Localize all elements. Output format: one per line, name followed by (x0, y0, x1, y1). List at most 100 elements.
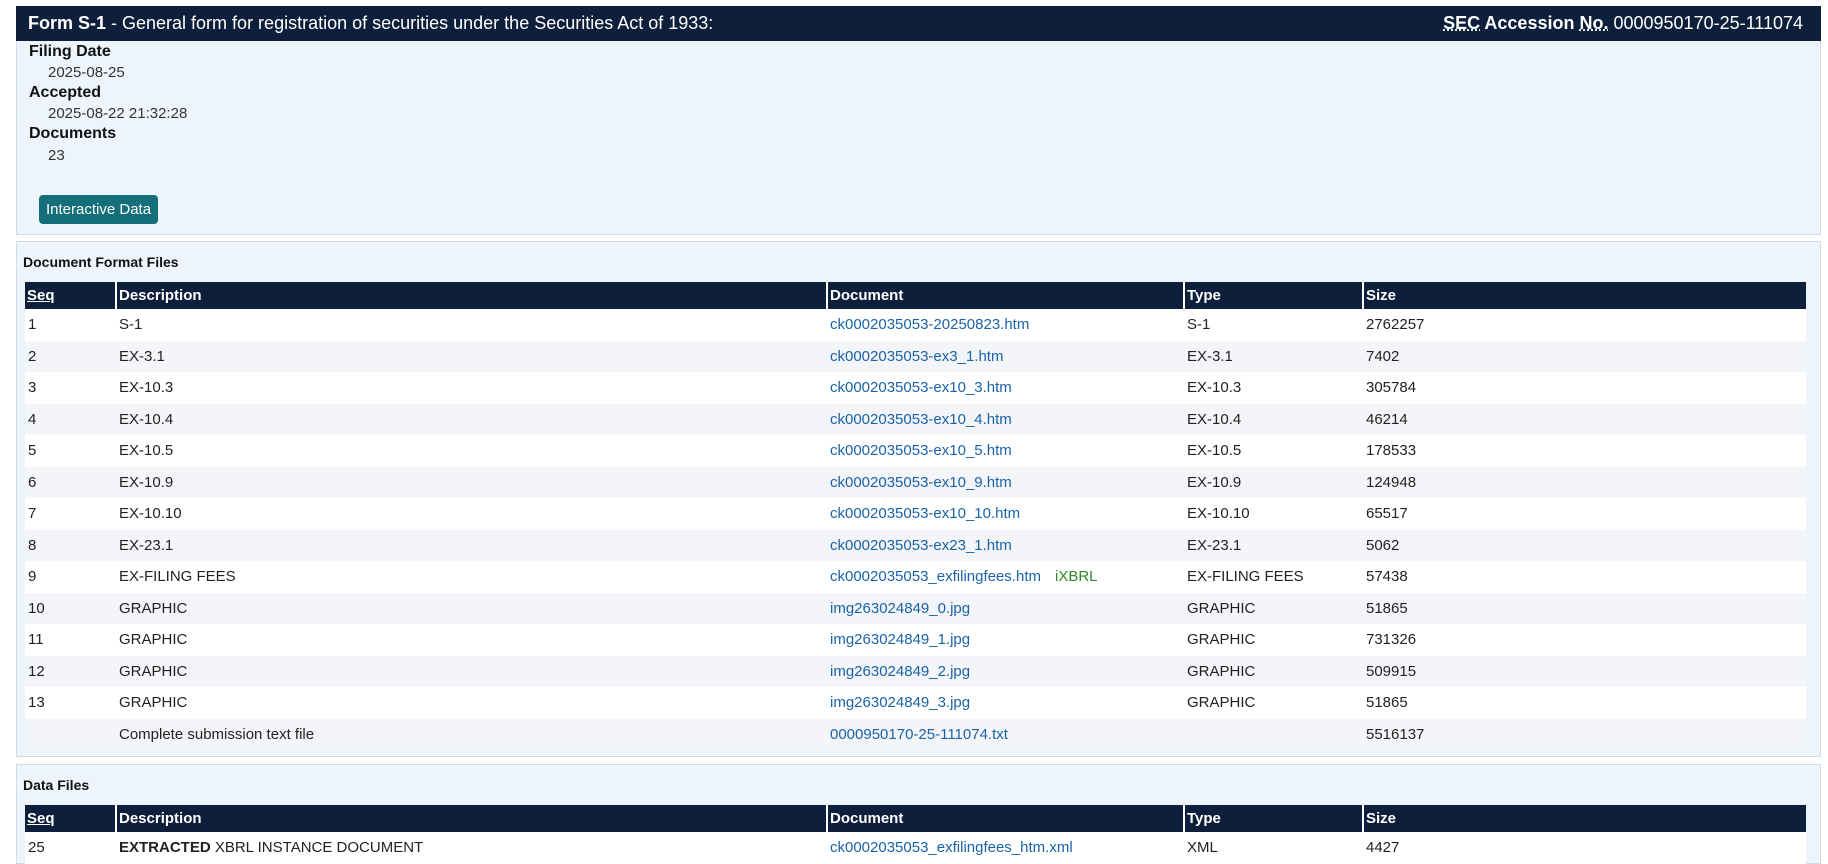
cell-type: GRAPHIC (1184, 592, 1363, 624)
document-link[interactable]: img263024849_2.jpg (830, 663, 970, 680)
documents-label: Documents (29, 125, 117, 142)
table-header-row: Seq Description Document Type Size (25, 282, 1806, 309)
column-header-seq[interactable]: Seq (25, 282, 117, 309)
cell-seq (25, 718, 116, 750)
cell-size: 7402 (1363, 340, 1806, 372)
form-title: Form S-1 - General form for registration… (28, 13, 713, 34)
table-row: 7 EX-10.10 ck0002035053-ex10_10.htm EX-10.1… (25, 498, 1806, 530)
table-row: 1 S-1 ck0002035053-20250823.htm S-1 2762257 (25, 309, 1806, 341)
document-link[interactable]: ck0002035053-ex10_3.htm (830, 379, 1012, 396)
data-files-table: Seq Description Document Type Size 25 EXT… (25, 805, 1806, 864)
no-abbr: No. (1579, 13, 1609, 33)
filing-date-value: 2025-08-25 (48, 64, 125, 81)
cell-size: 51865 (1363, 687, 1806, 719)
document-link[interactable]: img263024849_1.jpg (830, 631, 970, 648)
cell-document: img263024849_2.jpg (827, 655, 1184, 687)
cell-type: EX-10.9 (1184, 466, 1363, 498)
table-row: 4 EX-10.4 ck0002035053-ex10_4.htm EX-10.4 46… (25, 403, 1806, 435)
accession-label: Accession (1480, 13, 1580, 33)
cell-type: GRAPHIC (1184, 624, 1363, 656)
document-link[interactable]: img263024849_3.jpg (830, 694, 970, 711)
column-header-description: Description (116, 282, 828, 309)
cell-document: ck0002035053-ex10_4.htm (827, 403, 1184, 435)
cell-document: ck0002035053_exfilingfees_htm.xml (827, 832, 1184, 864)
table-row: 10 GRAPHIC img263024849_0.jpg GRAPHIC 51865 (25, 592, 1806, 624)
column-header-description: Description (116, 805, 828, 832)
cell-type (1184, 718, 1363, 750)
cell-type: S-1 (1184, 309, 1363, 341)
accession-number: 0000950170-25-111074 (1613, 13, 1803, 33)
table-header-row: Seq Description Document Type Size (25, 805, 1806, 832)
cell-document: 0000950170-25-111074.txt (827, 718, 1184, 750)
cell-size: 509915 (1363, 655, 1806, 687)
table-row: 8 EX-23.1 ck0002035053-ex23_1.htm EX-23.1 50… (25, 529, 1806, 561)
document-link[interactable]: ck0002035053-20250823.htm (830, 316, 1029, 333)
cell-size: 5062 (1363, 529, 1806, 561)
document-link[interactable]: 0000950170-25-111074.txt (830, 726, 1008, 743)
cell-size: 57438 (1363, 561, 1806, 593)
document-link[interactable]: ck0002035053-ex10_4.htm (830, 411, 1012, 428)
table-row: 9 EX-FILING FEES ck0002035053_exfilingfees… (25, 561, 1806, 593)
document-link[interactable]: img263024849_0.jpg (830, 600, 970, 617)
filing-info-panel: Filing Date 2025-08-25 Accepted 2025-08-… (16, 41, 1821, 235)
filing-header: Form S-1 - General form for registration… (16, 6, 1821, 41)
cell-size: 46214 (1363, 403, 1806, 435)
cell-description: Complete submission text file (116, 718, 827, 750)
accepted-label: Accepted (29, 84, 102, 101)
document-link[interactable]: ck0002035053-ex23_1.htm (830, 537, 1012, 554)
cell-description: GRAPHIC (116, 592, 827, 624)
cell-seq: 8 (25, 529, 116, 561)
description-text: XBRL INSTANCE DOCUMENT (210, 839, 424, 857)
form-description: - General form for registration of secur… (106, 13, 714, 33)
cell-document: img263024849_3.jpg (827, 687, 1184, 719)
document-link[interactable]: ck0002035053-ex10_5.htm (830, 442, 1012, 459)
cell-size: 51865 (1363, 592, 1806, 624)
document-link[interactable]: ck0002035053-ex3_1.htm (830, 348, 1003, 365)
cell-description: EX-10.9 (116, 466, 827, 498)
cell-type: EX-FILING FEES (1184, 561, 1363, 593)
cell-seq: 13 (25, 687, 116, 719)
cell-description: EXTRACTED XBRL INSTANCE DOCUMENT (116, 832, 827, 864)
column-header-seq[interactable]: Seq (25, 805, 117, 832)
cell-document: ck0002035053-ex10_9.htm (827, 466, 1184, 498)
cell-seq: 25 (25, 832, 116, 864)
cell-size: 4427 (1363, 832, 1806, 864)
document-link[interactable]: ck0002035053_exfilingfees_htm.xml (830, 839, 1073, 856)
cell-description: EX-10.10 (116, 498, 827, 530)
column-header-size: Size (1363, 805, 1806, 832)
cell-seq: 5 (25, 435, 116, 467)
documents-value: 23 (48, 147, 65, 164)
column-header-document: Document (827, 282, 1185, 309)
description-bold: EXTRACTED (119, 839, 211, 857)
cell-seq: 3 (25, 372, 116, 404)
table-row: 2 EX-3.1 ck0002035053-ex3_1.htm EX-3.1 7402 (25, 340, 1806, 372)
document-link[interactable]: ck0002035053-ex10_9.htm (830, 474, 1012, 491)
cell-description: EX-3.1 (116, 340, 827, 372)
table-row: 25 EXTRACTED XBRL INSTANCE DOCUMENT ck0002… (25, 832, 1806, 864)
cell-description: EX-10.4 (116, 403, 827, 435)
cell-seq: 2 (25, 340, 116, 372)
table-row: 3 EX-10.3 ck0002035053-ex10_3.htm EX-10.3 30… (25, 372, 1806, 404)
cell-seq: 7 (25, 498, 116, 530)
cell-document: ck0002035053-ex10_3.htm (827, 372, 1184, 404)
cell-size: 124948 (1363, 466, 1806, 498)
cell-size: 5516137 (1363, 718, 1806, 750)
cell-description: EX-10.5 (116, 435, 827, 467)
table-row: 5 EX-10.5 ck0002035053-ex10_5.htm EX-10.5 17… (25, 435, 1806, 467)
document-link[interactable]: ck0002035053_exfilingfees.htm (830, 568, 1041, 585)
ixbrl-tag[interactable]: iXBRL (1055, 568, 1098, 585)
cell-seq: 4 (25, 403, 116, 435)
cell-size: 731326 (1363, 624, 1806, 656)
interactive-data-button[interactable]: Interactive Data (39, 195, 159, 224)
document-format-files-section: Document Format Files Seq Description Do… (16, 241, 1821, 757)
document-format-files-table: Seq Description Document Type Size 1 S-1 c… (25, 282, 1806, 750)
cell-description: S-1 (116, 309, 827, 341)
accession-info: SEC Accession No. 0000950170-25-111074 (1443, 13, 1803, 34)
cell-document: ck0002035053-ex10_10.htm (827, 498, 1184, 530)
cell-document: ck0002035053-ex3_1.htm (827, 340, 1184, 372)
column-header-size: Size (1363, 282, 1806, 309)
cell-type: EX-10.3 (1184, 372, 1363, 404)
cell-size: 178533 (1363, 435, 1806, 467)
document-link[interactable]: ck0002035053-ex10_10.htm (830, 505, 1020, 522)
column-header-type: Type (1184, 282, 1364, 309)
